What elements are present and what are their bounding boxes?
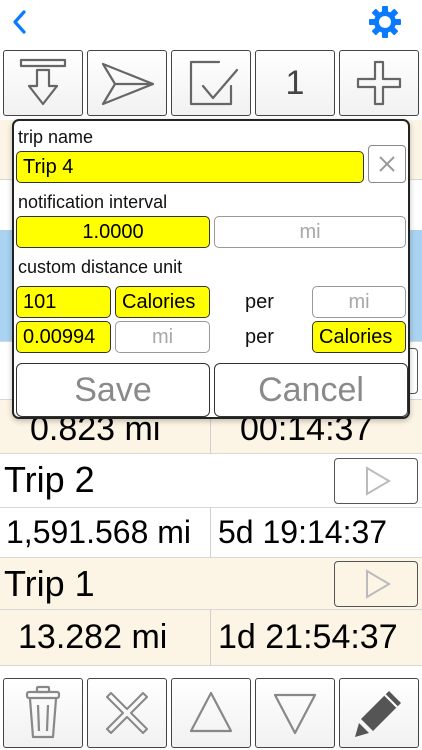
trip-duration: 5d 19:14:37: [218, 514, 388, 550]
clear-name-button[interactable]: [368, 145, 406, 183]
custom-unit-field[interactable]: Calories: [115, 286, 210, 318]
move-up-button[interactable]: [171, 678, 251, 748]
add-trip-button[interactable]: [339, 50, 419, 116]
delete-button[interactable]: [3, 678, 83, 748]
per-label: per: [245, 326, 274, 348]
top-toolbar: 1: [0, 46, 422, 120]
list-item-stats: 13.282 mi 1d 21:54:37: [0, 610, 422, 666]
checkbox-icon: [189, 60, 239, 106]
triangle-down-icon: [273, 693, 317, 735]
import-down-icon: [19, 58, 67, 106]
inverse-per-unit-field[interactable]: Calories: [312, 321, 406, 353]
count-label: 1: [285, 63, 305, 102]
trip-edit-dialog: trip name Trip 4 notification interval 1…: [12, 119, 410, 419]
inverse-amount-field[interactable]: 0.00994: [16, 321, 111, 353]
interval-unit-field[interactable]: mi: [214, 216, 406, 248]
x-icon: [106, 692, 148, 734]
nav-bar: [0, 0, 422, 46]
trip-duration: 1d 21:54:37: [218, 618, 398, 656]
trip-name-field[interactable]: Trip 4: [16, 151, 364, 183]
trip-name-label: trip name: [18, 127, 94, 147]
list-item[interactable]: Trip 2: [0, 454, 422, 508]
pencil-icon: [355, 691, 401, 737]
play-icon: [366, 466, 391, 496]
plus-icon: [356, 60, 402, 106]
back-button[interactable]: [8, 6, 32, 38]
trip-distance: 13.282 mi: [18, 618, 168, 656]
custom-unit-label: custom distance unit: [18, 257, 183, 277]
column-divider: [210, 508, 211, 558]
play-icon: [366, 569, 391, 599]
trip-distance: 1,591.568 mi: [6, 514, 192, 550]
select-button[interactable]: [171, 50, 251, 116]
trip-name: Trip 2: [4, 459, 95, 500]
count-display: 1: [255, 50, 335, 116]
clear-button[interactable]: [87, 678, 167, 748]
settings-button[interactable]: [368, 5, 402, 39]
save-button[interactable]: Save: [16, 363, 210, 417]
bottom-toolbar: [0, 674, 422, 750]
send-icon: [101, 62, 155, 106]
per-unit-field[interactable]: mi: [312, 286, 406, 318]
custom-amount-field[interactable]: 101: [16, 286, 111, 318]
list-item[interactable]: Trip 1: [0, 558, 422, 610]
list-item-stats: 1,591.568 mi 5d 19:14:37: [0, 508, 422, 558]
chevron-left-icon: [13, 10, 26, 34]
triangle-up-icon: [189, 691, 233, 733]
move-down-button[interactable]: [255, 678, 335, 748]
column-divider: [210, 610, 211, 666]
send-button[interactable]: [87, 50, 167, 116]
edit-button[interactable]: [339, 678, 419, 748]
play-button[interactable]: [334, 561, 418, 607]
trash-icon: [25, 685, 61, 739]
cancel-button[interactable]: Cancel: [214, 363, 408, 417]
per-label: per: [245, 291, 274, 313]
gear-icon: [369, 6, 401, 38]
trip-name: Trip 1: [4, 563, 95, 604]
play-button[interactable]: [334, 458, 418, 504]
interval-label: notification interval: [18, 192, 168, 212]
inverse-unit-field[interactable]: mi: [115, 321, 210, 353]
x-icon: [379, 156, 395, 172]
interval-field[interactable]: 1.0000: [16, 216, 210, 248]
import-button[interactable]: [3, 50, 83, 116]
